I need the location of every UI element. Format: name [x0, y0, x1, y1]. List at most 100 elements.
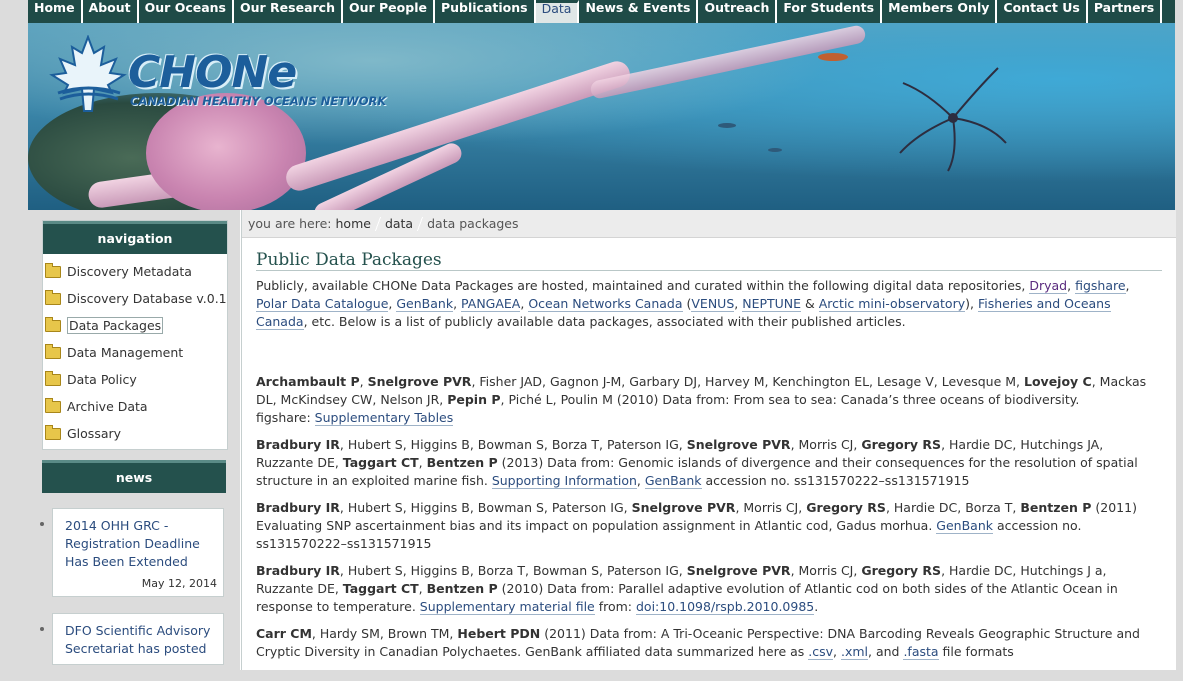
entry-text: , Morris CJ, — [790, 563, 862, 578]
breadcrumb: you are here: home data data packages — [242, 210, 1176, 238]
news-box: news — [42, 460, 226, 493]
sidebar-item-label: Data Management — [67, 345, 184, 360]
link-figshare[interactable]: figshare — [1075, 278, 1126, 294]
author-bold: Bentzen P — [426, 581, 498, 596]
link-csv[interactable]: .csv — [808, 644, 834, 660]
link-supplementary-tables[interactable]: Supplementary Tables — [314, 410, 454, 426]
sidebar-item-label: Archive Data — [67, 399, 148, 414]
author-bold: Snelgrove PVR — [686, 563, 791, 578]
link-arctic-mini-observatory[interactable]: Arctic mini-observatory — [818, 296, 966, 312]
link-supplementary-material-file[interactable]: Supplementary material file — [419, 599, 595, 615]
news-item[interactable]: 2014 OHH GRC - Registration Deadline Has… — [40, 508, 224, 597]
link-xml[interactable]: .xml — [840, 644, 869, 660]
sidebar-item-label: Glossary — [67, 426, 122, 441]
nav-our-research[interactable]: Our Research — [234, 0, 343, 23]
author-bold: Snelgrove PVR — [686, 437, 791, 452]
data-package-entry: Carr CM, Hardy SM, Brown TM, Hebert PDN … — [256, 626, 1140, 660]
author-bold: Gregory RS — [806, 500, 886, 515]
sidebar-item-discovery-metadata[interactable]: Discovery Metadata — [43, 258, 227, 285]
main-content: you are here: home data data packages Publ… — [241, 210, 1176, 670]
nav-news-events[interactable]: News & Events — [579, 0, 699, 23]
link-neptune[interactable]: NEPTUNE — [742, 296, 802, 312]
intro-text: , etc. Below is a list of publicly avail… — [303, 314, 906, 329]
entry-text: . — [814, 599, 819, 614]
banner-tentacle-shape — [589, 24, 867, 100]
header-banner: CHONe CANADIAN HEALTHY OCEANS NETWORK — [28, 23, 1175, 210]
link-fasta[interactable]: .fasta — [903, 644, 939, 660]
sidebar-item-label: Data Packages — [67, 317, 164, 334]
author-bold: Carr CM — [256, 626, 312, 641]
banner-tentacle-shape — [282, 58, 634, 194]
author-bold: Gregory RS — [861, 563, 942, 578]
entry-text: , Piché L, Poulin M (2010) Data from: Fr… — [500, 392, 1080, 407]
author-bold: Bradbury IR — [256, 437, 340, 452]
link-ocean-networks-canada[interactable]: Ocean Networks Canada — [528, 296, 683, 312]
data-package-entry: Bradbury IR, Hubert S, Higgins B, Borza … — [256, 563, 1118, 615]
nav-for-students[interactable]: For Students — [777, 0, 883, 23]
sidebar-item-glossary[interactable]: Glossary — [43, 420, 227, 447]
content-body: Public Data Packages Publicly, available… — [242, 238, 1176, 661]
nav-about[interactable]: About — [83, 0, 139, 23]
sidebar-item-archive-data[interactable]: Archive Data — [43, 393, 227, 420]
author-bold: Snelgrove PVR — [367, 374, 472, 389]
banner-brittle-star-shape — [899, 67, 1007, 172]
entry-text: , Morris CJ, — [735, 500, 807, 515]
sidebar-item-data-management[interactable]: Data Management — [43, 339, 227, 366]
sidebar-item-discovery-database[interactable]: Discovery Database v.0.1 — [43, 285, 227, 312]
link-dryad[interactable]: Dryad — [1029, 278, 1068, 294]
entry-text: from: — [594, 599, 636, 614]
breadcrumb-current: data packages — [427, 216, 519, 231]
nav-members-only[interactable]: Members Only — [882, 0, 998, 23]
chone-logo[interactable] — [48, 34, 128, 118]
nav-publications[interactable]: Publications — [435, 0, 536, 23]
nav-outreach[interactable]: Outreach — [698, 0, 778, 23]
author-bold: Bentzen P — [426, 455, 498, 470]
navigation-box: navigation Discovery Metadata Discovery … — [42, 220, 228, 450]
link-doi[interactable]: doi:10.1098/rspb.2010.0985 — [635, 599, 815, 615]
news-item-title[interactable]: DFO Scientific Advisory Secretariat has … — [65, 622, 217, 658]
author-bold: Snelgrove PVR — [631, 500, 736, 515]
breadcrumb-data[interactable]: data — [385, 216, 413, 231]
nav-contact-us[interactable]: Contact Us — [997, 0, 1088, 23]
folder-icon — [45, 397, 61, 413]
news-list: 2014 OHH GRC - Registration Deadline Has… — [40, 508, 224, 681]
nav-partners[interactable]: Partners — [1088, 0, 1163, 23]
news-item-title[interactable]: 2014 OHH GRC - Registration Deadline Has… — [65, 517, 217, 571]
news-item-date: May 12, 2014 — [141, 577, 217, 590]
author-bold: Taggart CT — [342, 581, 419, 596]
news-item[interactable]: DFO Scientific Advisory Secretariat has … — [40, 613, 224, 665]
sidebar-item-data-packages[interactable]: Data Packages — [43, 312, 227, 339]
entry-text: figshare: — [256, 410, 315, 425]
link-genbank[interactable]: GenBank — [936, 518, 993, 534]
entry-text: file formats — [938, 644, 1014, 659]
nav-data[interactable]: Data — [535, 0, 580, 23]
news-box-title: news — [42, 460, 226, 493]
data-package-entry: Bradbury IR, Hubert S, Higgins B, Bowman… — [256, 437, 1138, 489]
link-genbank[interactable]: GenBank — [644, 473, 702, 489]
link-genbank[interactable]: GenBank — [396, 296, 454, 312]
entry-text: accession no. ss131570222–ss131571915 — [701, 473, 970, 488]
breadcrumb-home[interactable]: home — [336, 216, 371, 231]
author-bold: Lovejoy C — [1024, 374, 1092, 389]
data-package-entry: Bradbury IR, Hubert S, Higgins B, Bowman… — [256, 499, 1163, 553]
banner-fish-shape — [718, 123, 736, 128]
author-bold: Archambault P — [256, 374, 360, 389]
link-venus[interactable]: VENUS — [691, 296, 735, 312]
folder-icon — [45, 316, 61, 332]
page-title: Public Data Packages — [256, 250, 1162, 271]
entry-text: , Hubert S, Higgins B, Bowman S, Borza T… — [339, 437, 687, 452]
navigation-box-title: navigation — [43, 221, 227, 254]
breadcrumb-separator — [374, 217, 381, 231]
nav-our-oceans[interactable]: Our Oceans — [139, 0, 234, 23]
nav-our-people[interactable]: Our People — [343, 0, 435, 23]
link-supporting-information[interactable]: Supporting Information — [491, 473, 637, 489]
sidebar-item-data-policy[interactable]: Data Policy — [43, 366, 227, 393]
author-bold: Bradbury IR — [256, 500, 340, 515]
logo-subtitle: CANADIAN HEALTHY OCEANS NETWORK — [130, 94, 387, 108]
link-pangaea[interactable]: PANGAEA — [461, 296, 521, 312]
nav-home[interactable]: Home — [28, 0, 83, 23]
intro-paragraph: Publicly, available CHONe Data Packages … — [256, 278, 1130, 330]
entry-text: , Hubert S, Higgins B, Bowman S, Paterso… — [339, 500, 632, 515]
link-polar-data-catalogue[interactable]: Polar Data Catalogue — [256, 296, 389, 312]
folder-icon — [45, 424, 61, 440]
